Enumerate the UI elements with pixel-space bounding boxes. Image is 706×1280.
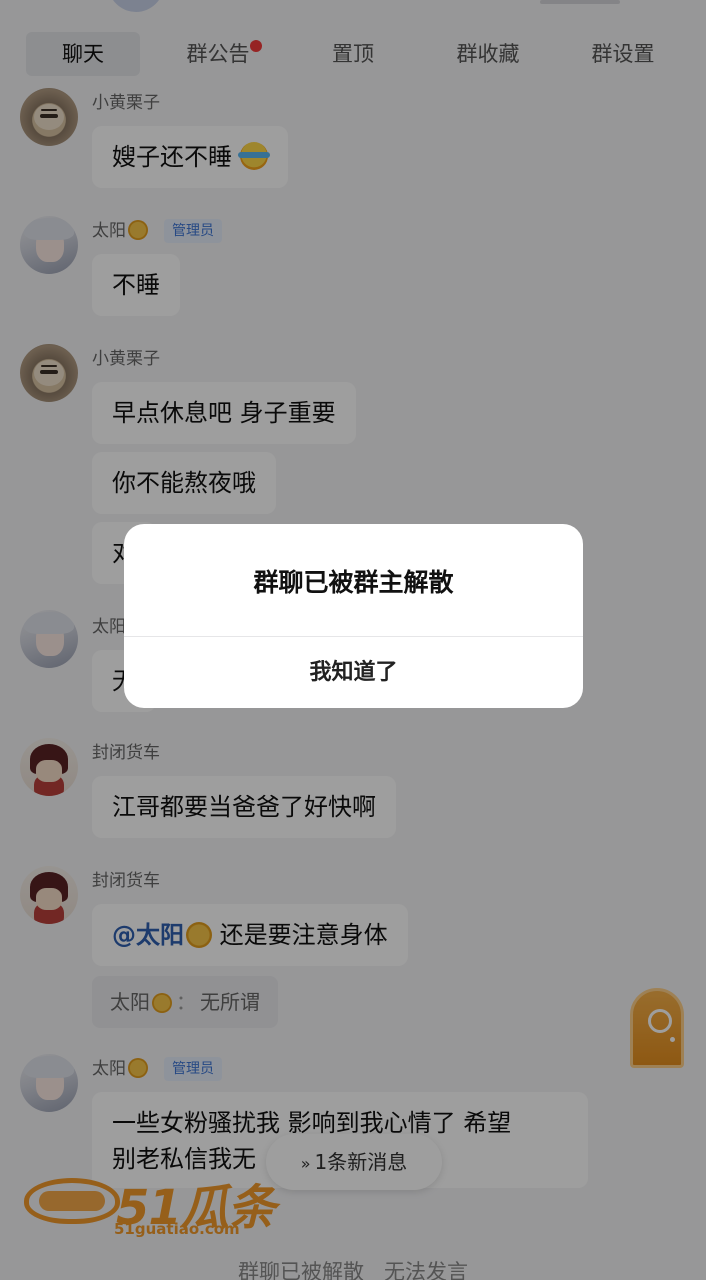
group-dissolved-dialog: 群聊已被群主解散 我知道了 [124, 524, 583, 708]
dialog-title: 群聊已被群主解散 [253, 568, 454, 597]
acknowledge-button[interactable]: 我知道了 [124, 637, 583, 708]
chat-screen: 聊天 群公告 置顶 群收藏 群设置 小黄栗子 嫂子还不睡 太阳 管理员 不睡 小… [0, 0, 706, 1280]
